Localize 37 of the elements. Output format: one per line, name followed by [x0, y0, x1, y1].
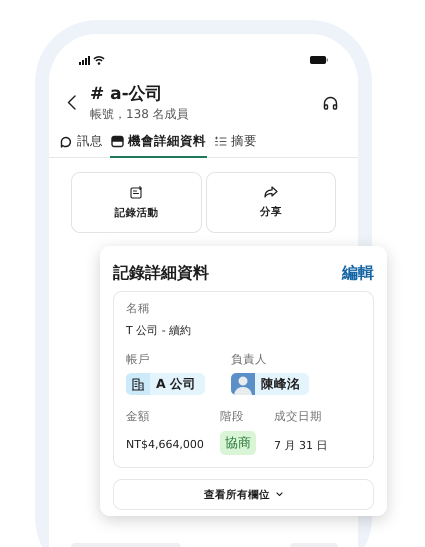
view-all-fields-button[interactable]: 查看所有欄位 — [113, 479, 374, 510]
owner-chip[interactable]: 陳峰洺 — [231, 373, 309, 395]
share-icon — [264, 186, 278, 198]
chip-label: A 公司 — [156, 376, 196, 392]
tab-label: 摘要 — [231, 133, 257, 150]
chevron-down-icon — [276, 492, 283, 497]
field-value: 7 月 31 日 — [274, 438, 328, 453]
field-label: 名稱 — [126, 301, 151, 316]
back-icon[interactable] — [67, 95, 76, 110]
headphones-icon[interactable] — [323, 96, 338, 110]
tab[interactable]: 摘要 — [213, 133, 258, 158]
list-icon — [214, 135, 227, 148]
card-icon — [111, 135, 124, 148]
field-label: 負責人 — [231, 352, 268, 367]
chat-icon — [60, 135, 73, 148]
edit-link[interactable]: 編輯 — [342, 263, 374, 284]
field-label: 金額 — [126, 409, 151, 424]
channel-subtitle: 帳號，138 名成員 — [90, 106, 190, 123]
card-title: 記錄詳細資料 — [113, 263, 209, 284]
action-button[interactable]: 分享 — [206, 172, 336, 233]
log-activity-icon — [130, 186, 143, 198]
field-value: T 公司 - 續約 — [126, 323, 192, 338]
building-icon — [132, 378, 144, 390]
field-value: NT$4,664,000 — [126, 437, 205, 451]
tab[interactable]: 訊息 — [59, 133, 104, 158]
chip-label: 陳峰洺 — [261, 376, 300, 392]
tab[interactable]: 機會詳細資料 — [110, 133, 207, 158]
field-label: 成交日期 — [274, 409, 323, 424]
tab-label: 訊息 — [77, 133, 103, 150]
field-label: 帳戶 — [126, 352, 151, 367]
stage-tag: 協商 — [220, 431, 256, 455]
tab-label: 機會詳細資料 — [128, 133, 206, 150]
account-chip[interactable]: A 公司 — [126, 373, 206, 395]
battery-icon — [310, 56, 328, 64]
field-label: 階段 — [220, 409, 245, 424]
action-button[interactable]: 記錄活動 — [71, 172, 202, 233]
channel-title: # a-公司 — [90, 83, 164, 105]
